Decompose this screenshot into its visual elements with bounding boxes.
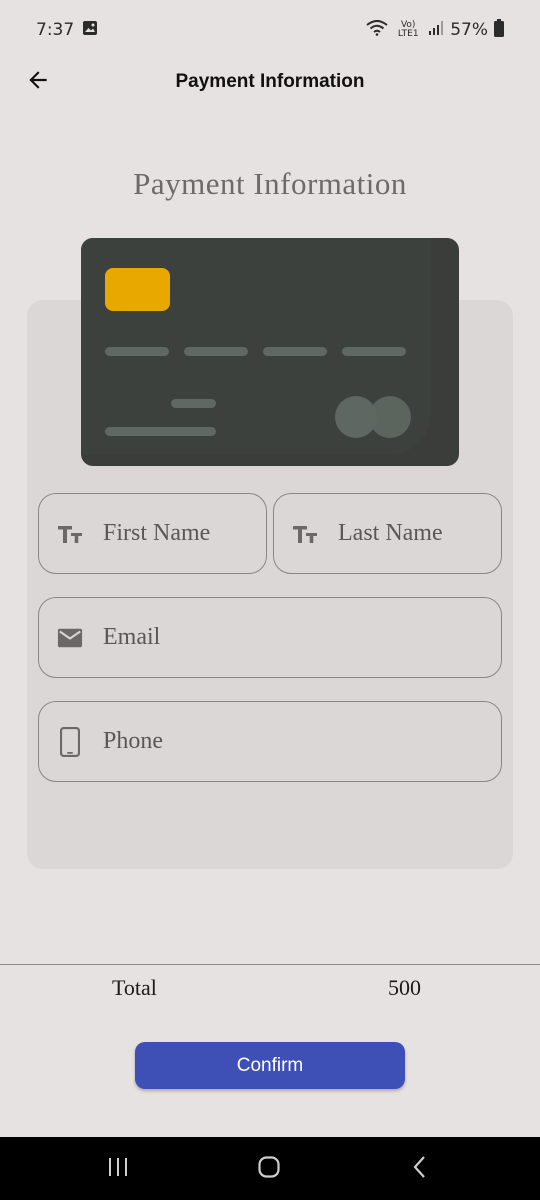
card-number-segment bbox=[184, 347, 248, 356]
confirm-button-label: Confirm bbox=[236, 1054, 304, 1076]
mail-icon bbox=[57, 625, 83, 651]
total-label: Total bbox=[112, 975, 157, 1000]
card-holder-line bbox=[105, 427, 216, 436]
card-logo-circle bbox=[369, 396, 411, 438]
page-title: Payment Information bbox=[133, 166, 407, 201]
gallery-icon bbox=[82, 20, 98, 41]
status-right: Vo) LTE1 57% bbox=[366, 18, 504, 42]
total-value: 500 bbox=[388, 975, 421, 1000]
back-button[interactable] bbox=[22, 66, 54, 98]
recents-button[interactable] bbox=[98, 1151, 138, 1187]
last-name-field[interactable]: Last Name bbox=[273, 493, 502, 574]
card-chip bbox=[105, 268, 170, 311]
status-time: 7:37 bbox=[36, 20, 75, 40]
arrow-left-icon bbox=[25, 67, 51, 98]
system-back-button[interactable] bbox=[400, 1151, 440, 1187]
battery-percent: 57% bbox=[450, 20, 488, 40]
text-fields-icon bbox=[292, 521, 318, 547]
back-icon bbox=[412, 1155, 428, 1184]
signal-icon bbox=[428, 20, 444, 41]
recents-icon bbox=[106, 1156, 130, 1183]
phone-placeholder: Phone bbox=[103, 728, 163, 754]
first-name-field[interactable]: First Name bbox=[38, 493, 267, 574]
summary-divider bbox=[0, 964, 540, 965]
status-bar: 7:37 Vo) LTE1 57% bbox=[0, 0, 540, 60]
card-number-segment bbox=[342, 347, 406, 356]
email-placeholder: Email bbox=[103, 624, 161, 650]
card-number-segment bbox=[105, 347, 169, 356]
confirm-button[interactable]: Confirm bbox=[135, 1042, 405, 1089]
network-label: Vo) LTE1 bbox=[397, 20, 419, 39]
text-fields-icon bbox=[57, 521, 83, 547]
card-expiry-line bbox=[171, 399, 216, 408]
credit-card-illustration bbox=[81, 238, 459, 466]
home-icon bbox=[257, 1155, 281, 1184]
card-number-segment bbox=[263, 347, 327, 356]
phone-icon bbox=[57, 726, 83, 757]
phone-field[interactable]: Phone bbox=[38, 701, 502, 782]
status-left: 7:37 bbox=[36, 20, 98, 41]
wifi-icon bbox=[366, 19, 388, 41]
last-name-placeholder: Last Name bbox=[338, 520, 443, 546]
system-nav-bar bbox=[0, 1137, 540, 1200]
home-button[interactable] bbox=[249, 1151, 289, 1187]
email-field[interactable]: Email bbox=[38, 597, 502, 678]
battery-icon bbox=[494, 18, 504, 42]
app-bar-title: Payment Information bbox=[175, 71, 365, 92]
first-name-placeholder: First Name bbox=[103, 520, 211, 546]
app-bar: Payment Information bbox=[0, 60, 540, 104]
